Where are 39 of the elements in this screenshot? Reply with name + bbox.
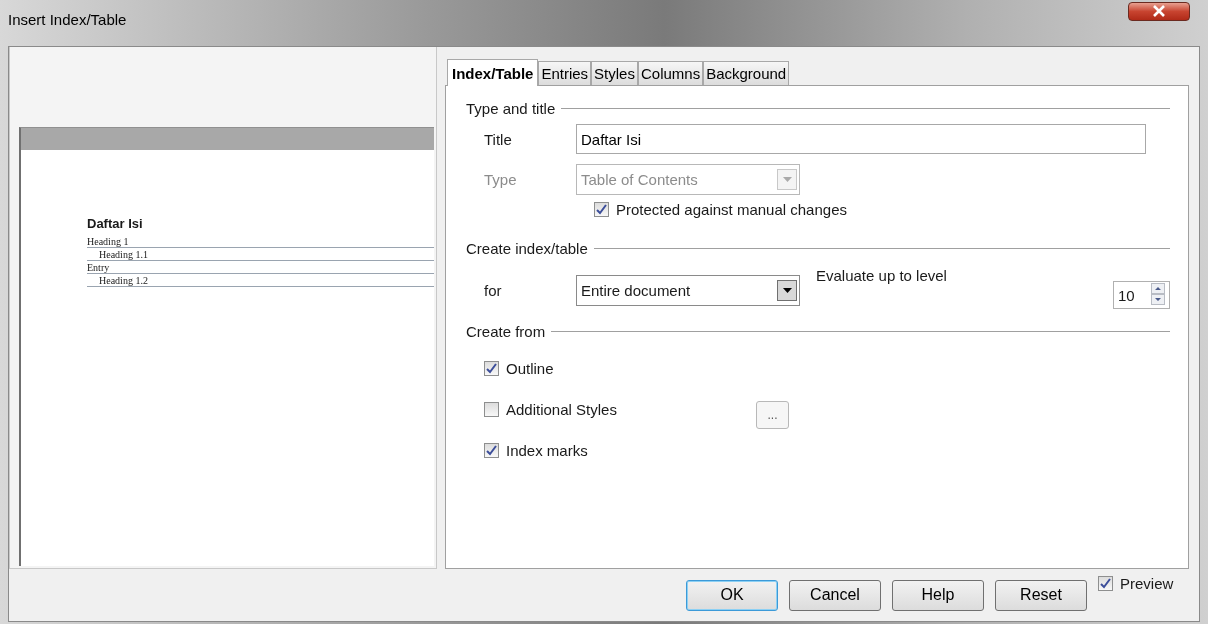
- level-spin-field[interactable]: 10: [1113, 281, 1170, 309]
- checkbox-label: Additional Styles: [506, 400, 618, 418]
- preview-entry: Heading 1.2: [87, 275, 434, 287]
- checkbox[interactable]: [1098, 576, 1113, 591]
- window-title: Insert Index/Table: [8, 10, 127, 28]
- tab[interactable]: Entries: [538, 61, 592, 85]
- dialog-button[interactable]: Help: [892, 579, 984, 611]
- field-label: for: [483, 281, 503, 299]
- section-heading: Create index/table: [466, 240, 588, 257]
- preview-entry: Entry: [87, 262, 434, 274]
- checkbox[interactable]: [484, 442, 499, 458]
- close-button[interactable]: [1128, 1, 1190, 21]
- dialog-button[interactable]: Reset: [995, 579, 1087, 611]
- field-label: Title: [483, 130, 513, 148]
- field-label: Evaluate up to level: [816, 267, 947, 284]
- dialog-button[interactable]: OK: [686, 579, 778, 611]
- scope-dropdown[interactable]: Entire document: [576, 274, 800, 306]
- preview-entry: Heading 1: [87, 236, 434, 248]
- tab[interactable]: Index/Table: [447, 59, 539, 86]
- tab[interactable]: Styles: [591, 61, 638, 85]
- checkbox[interactable]: [594, 202, 609, 217]
- styles-button[interactable]: ...: [756, 401, 789, 429]
- title-field[interactable]: Daftar Isi: [576, 124, 1146, 154]
- checkbox-label: Preview: [1120, 575, 1174, 592]
- dialog-button[interactable]: Cancel: [789, 579, 881, 611]
- preview-heading: Daftar Isi: [87, 216, 144, 231]
- field-label: Type: [483, 171, 518, 188]
- preview-entry: Heading 1.1: [87, 249, 434, 261]
- checkbox[interactable]: [484, 360, 499, 376]
- tab[interactable]: Background: [703, 61, 790, 85]
- checkbox-label: Index marks: [506, 441, 589, 459]
- close-icon: [1152, 5, 1166, 17]
- checkbox[interactable]: [484, 401, 499, 417]
- checkbox-label: Outline: [506, 359, 555, 377]
- section-heading: Create from: [466, 323, 546, 340]
- spin-arrows-icon: [1151, 282, 1165, 308]
- checkbox-label: Protected against manual changes: [616, 201, 847, 218]
- section-heading: Type and title: [466, 100, 556, 117]
- tab[interactable]: Columns: [637, 61, 704, 85]
